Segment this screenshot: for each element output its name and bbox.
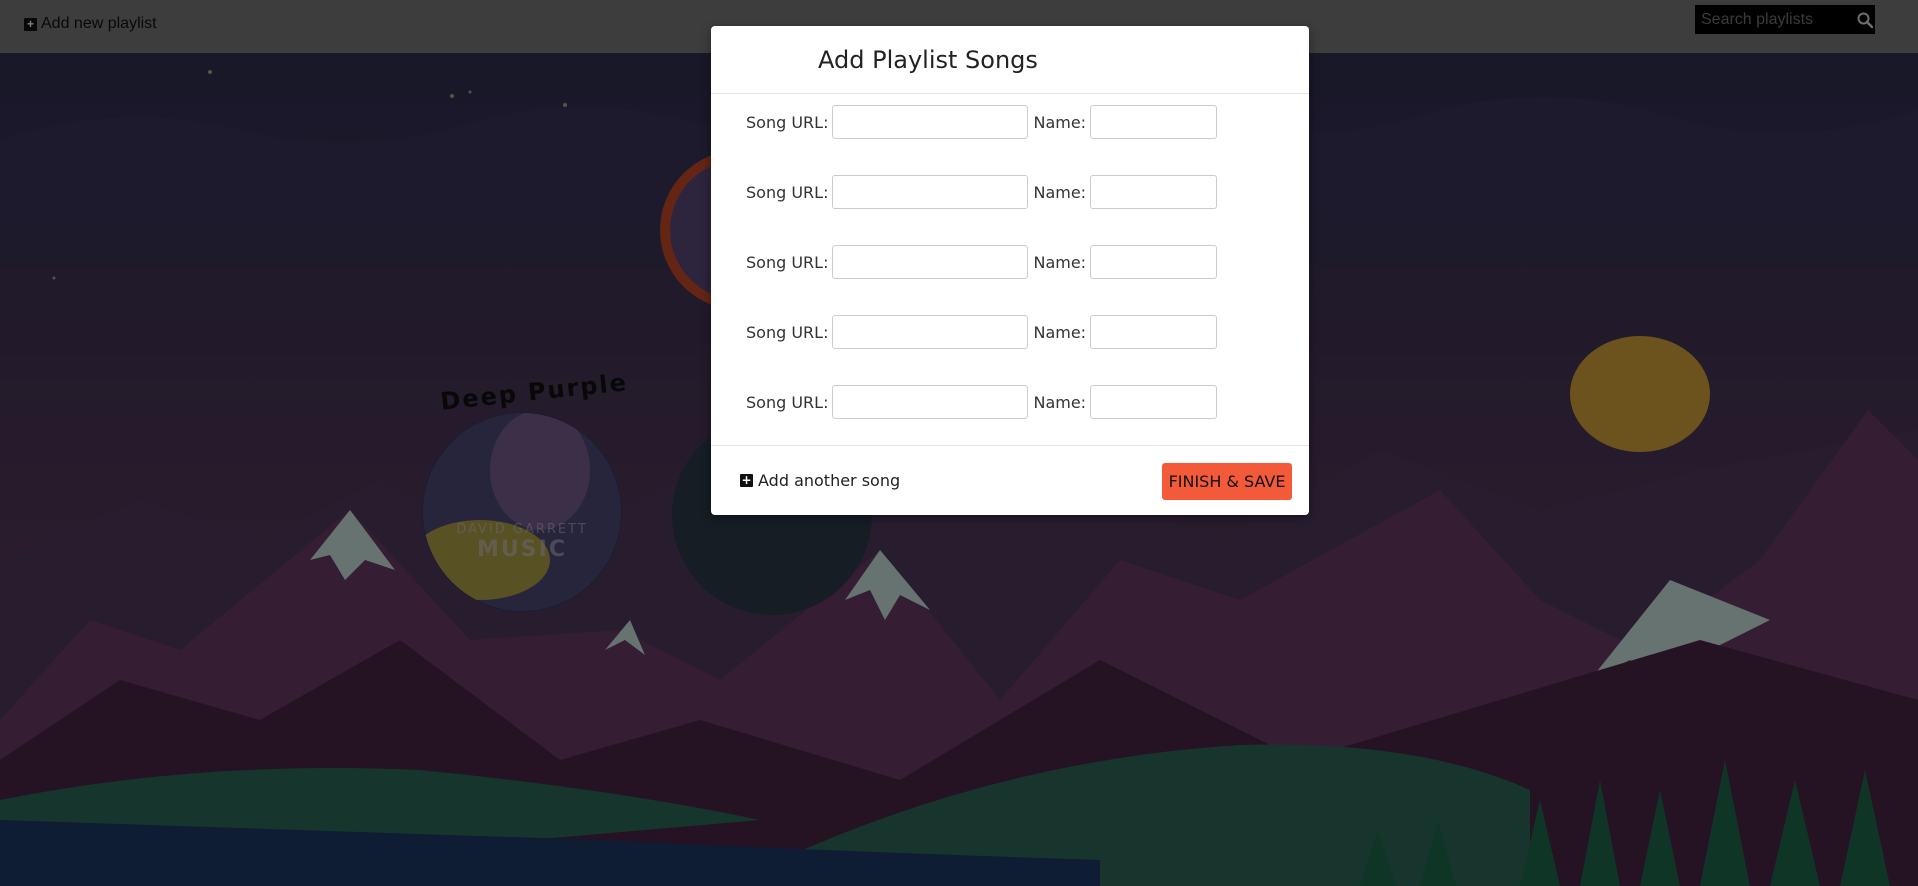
- song-row: Song URL: Name:: [711, 173, 1309, 211]
- add-another-song-link[interactable]: + Add another song: [740, 471, 900, 490]
- name-label: Name:: [1033, 392, 1087, 412]
- name-label: Name:: [1033, 182, 1087, 202]
- modal-header: Add Playlist Songs: [711, 26, 1309, 94]
- plus-square-icon: +: [740, 473, 753, 487]
- add-playlist-songs-modal: Add Playlist Songs Song URL: Name: Song …: [711, 26, 1309, 515]
- song-url-input[interactable]: [832, 315, 1029, 349]
- song-name-input[interactable]: [1090, 315, 1218, 349]
- song-name-input[interactable]: [1090, 385, 1218, 419]
- song-row: Song URL: Name:: [711, 383, 1309, 421]
- name-label: Name:: [1033, 112, 1087, 132]
- song-url-label: Song URL:: [746, 252, 829, 272]
- song-url-label: Song URL:: [746, 392, 829, 412]
- song-url-input[interactable]: [832, 385, 1029, 419]
- finish-save-button[interactable]: FINISH & SAVE: [1162, 463, 1292, 500]
- modal-footer: + Add another song FINISH & SAVE: [711, 445, 1309, 515]
- song-name-input[interactable]: [1090, 175, 1218, 209]
- add-another-song-label: Add another song: [758, 471, 901, 490]
- song-name-input[interactable]: [1090, 105, 1218, 139]
- song-url-input[interactable]: [832, 105, 1029, 139]
- song-row: Song URL: Name:: [711, 103, 1309, 141]
- song-row: Song URL: Name:: [711, 313, 1309, 351]
- song-url-label: Song URL:: [746, 182, 829, 202]
- name-label: Name:: [1033, 322, 1087, 342]
- song-url-label: Song URL:: [746, 112, 829, 132]
- modal-title: Add Playlist Songs: [818, 46, 1038, 74]
- song-url-input[interactable]: [832, 175, 1029, 209]
- modal-body: Song URL: Name: Song URL: Name: Song URL…: [711, 94, 1309, 421]
- name-label: Name:: [1033, 252, 1087, 272]
- song-url-label: Song URL:: [746, 322, 829, 342]
- song-url-input[interactable]: [832, 245, 1029, 279]
- song-row: Song URL: Name:: [711, 243, 1309, 281]
- song-name-input[interactable]: [1090, 245, 1218, 279]
